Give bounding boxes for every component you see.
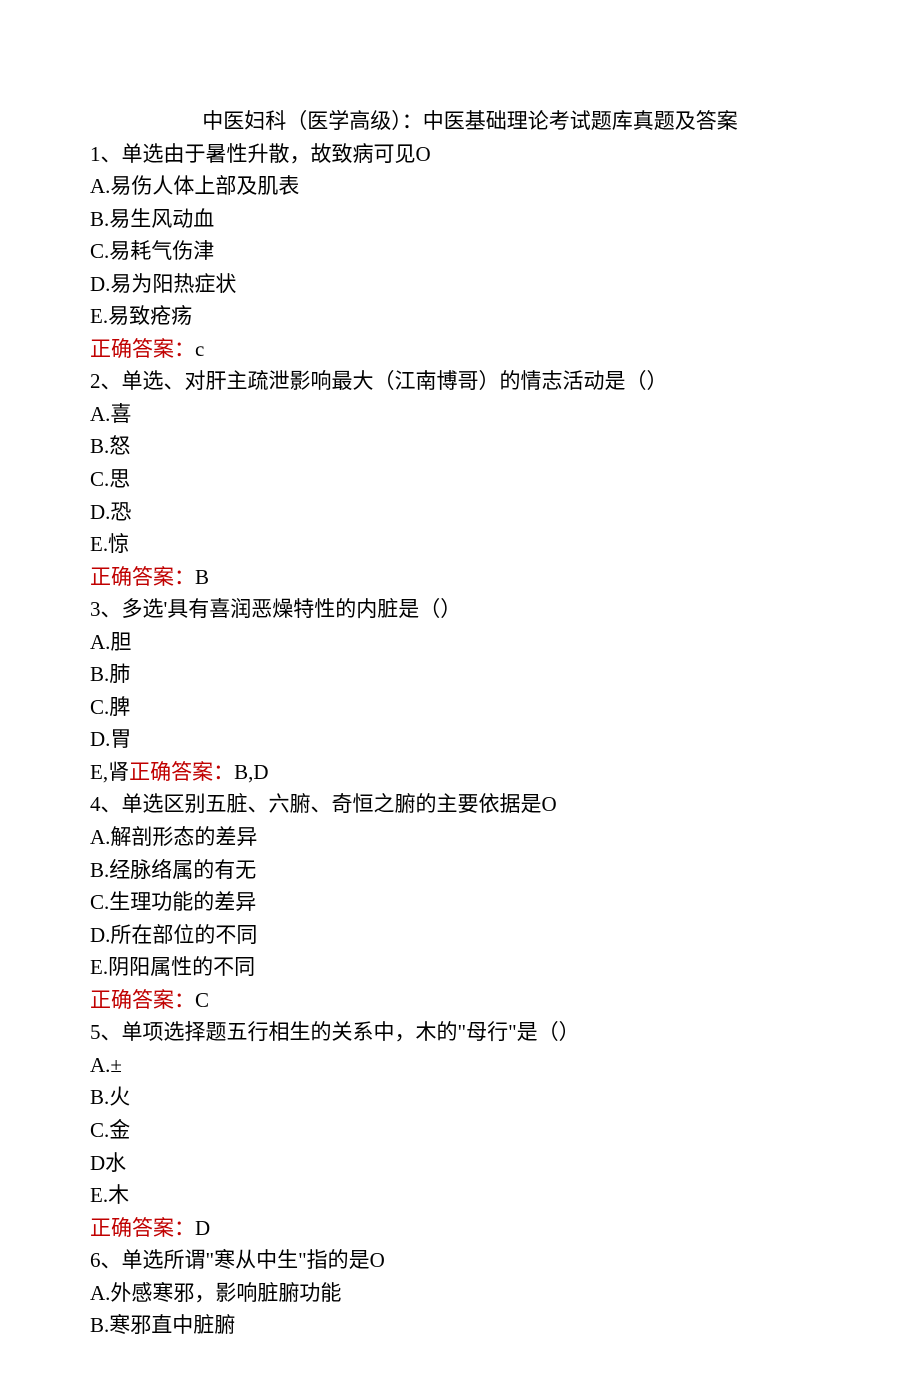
question-stem: 1、单选由于暑性升散，故致病可见O <box>90 138 830 171</box>
document-title: 中医妇科（医学高级）：中医基础理论考试题库真题及答案 <box>90 105 830 138</box>
question-stem: 3、多选'具有喜润恶燥特性的内脏是（） <box>90 593 830 626</box>
option-e: E.易致疮疡 <box>90 300 830 333</box>
option-b: B.寒邪直中脏腑 <box>90 1309 830 1342</box>
answer-label: 正确答案： <box>90 1216 195 1240</box>
question-2: 2、单选、对肝主疏泄影响最大（江南博哥）的情志活动是（） A.喜 B.怒 C.思… <box>90 365 830 593</box>
answer-line-inline: E,肾正确答案：B,D <box>90 756 830 789</box>
answer-label: 正确答案： <box>129 760 234 784</box>
answer-value: C <box>195 988 209 1012</box>
answer-line: 正确答案：C <box>90 984 830 1017</box>
option-c: C.生理功能的差异 <box>90 886 830 919</box>
option-e: E.阴阳属性的不同 <box>90 951 830 984</box>
option-d: D水 <box>90 1147 830 1180</box>
answer-line: 正确答案：c <box>90 333 830 366</box>
question-stem: 2、单选、对肝主疏泄影响最大（江南博哥）的情志活动是（） <box>90 365 830 398</box>
answer-value: B <box>195 565 209 589</box>
option-b: B.经脉络属的有无 <box>90 854 830 887</box>
option-b: B.怒 <box>90 430 830 463</box>
option-e: E.惊 <box>90 528 830 561</box>
question-5: 5、单项选择题五行相生的关系中，木的"母行"是（） A.± B.火 C.金 D水… <box>90 1016 830 1244</box>
option-b: B.易生风动血 <box>90 203 830 236</box>
question-6: 6、单选所谓"寒从中生"指的是O A.外感寒邪，影响脏腑功能 B.寒邪直中脏腑 <box>90 1244 830 1342</box>
question-4: 4、单选区别五脏、六腑、奇恒之腑的主要依据是O A.解剖形态的差异 B.经脉络属… <box>90 788 830 1016</box>
question-1: 1、单选由于暑性升散，故致病可见O A.易伤人体上部及肌表 B.易生风动血 C.… <box>90 138 830 366</box>
option-d: D.易为阳热症状 <box>90 268 830 301</box>
answer-line: 正确答案：B <box>90 561 830 594</box>
answer-line: 正确答案：D <box>90 1212 830 1245</box>
option-c: C.脾 <box>90 691 830 724</box>
option-a: A.易伤人体上部及肌表 <box>90 170 830 203</box>
option-b: B.肺 <box>90 658 830 691</box>
option-e-inline: E,肾 <box>90 760 129 784</box>
option-c: C.易耗气伤津 <box>90 235 830 268</box>
answer-label: 正确答案： <box>90 565 195 589</box>
option-d: D.所在部位的不同 <box>90 919 830 952</box>
option-a: A.喜 <box>90 398 830 431</box>
option-c: C.金 <box>90 1114 830 1147</box>
option-b: B.火 <box>90 1081 830 1114</box>
answer-label: 正确答案： <box>90 988 195 1012</box>
answer-value: B,D <box>234 760 268 784</box>
option-e: E.木 <box>90 1179 830 1212</box>
answer-label: 正确答案： <box>90 337 195 361</box>
question-stem: 4、单选区别五脏、六腑、奇恒之腑的主要依据是O <box>90 788 830 821</box>
question-3: 3、多选'具有喜润恶燥特性的内脏是（） A.胆 B.肺 C.脾 D.胃 E,肾正… <box>90 593 830 788</box>
option-c: C.思 <box>90 463 830 496</box>
question-stem: 5、单项选择题五行相生的关系中，木的"母行"是（） <box>90 1016 830 1049</box>
option-d: D.胃 <box>90 723 830 756</box>
question-stem: 6、单选所谓"寒从中生"指的是O <box>90 1244 830 1277</box>
option-a: A.± <box>90 1049 830 1082</box>
answer-value: D <box>195 1216 210 1240</box>
option-a: A.胆 <box>90 626 830 659</box>
answer-value: c <box>195 337 204 361</box>
option-d: D.恐 <box>90 496 830 529</box>
option-a: A.解剖形态的差异 <box>90 821 830 854</box>
option-a: A.外感寒邪，影响脏腑功能 <box>90 1277 830 1310</box>
